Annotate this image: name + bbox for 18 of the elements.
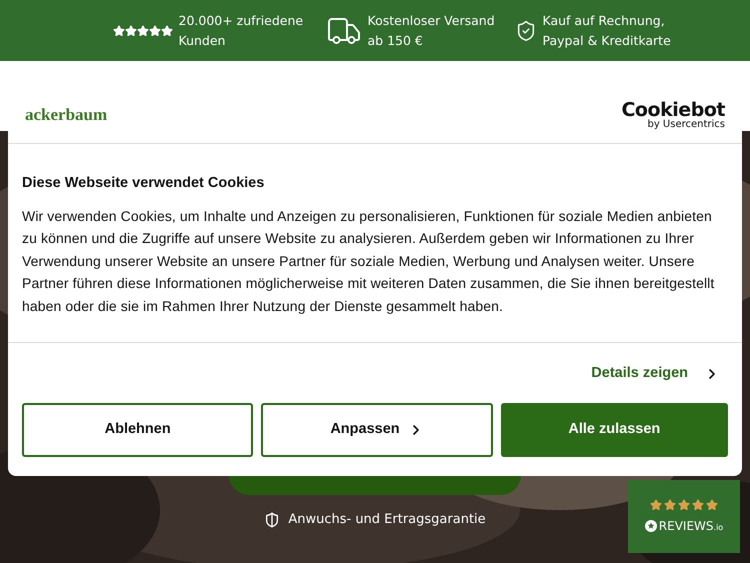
banner-text: Kostenloser Versand ab 150 € bbox=[368, 12, 496, 50]
reject-button[interactable]: Ablehnen bbox=[22, 402, 254, 457]
shield-icon bbox=[264, 512, 280, 528]
star-circle-icon bbox=[644, 520, 657, 532]
reviews-badge[interactable]: REVIEWS.io bbox=[628, 480, 740, 553]
brand-logo: ackerbaum bbox=[25, 104, 108, 126]
reviews-logo-text: REVIEWS.io bbox=[658, 518, 724, 534]
cookiebot-subtitle: by Usercentrics bbox=[647, 120, 725, 130]
dialog-body: Wir verwenden Cookies, um Inhalte und Anzeigen zu personalisieren, Funktionen für soziale Medien anbieten zu können und die Zugriffe auf unsere Website zu analysieren. Außerdem geben wir Informationen zu Ihrer Verwendung unserer Website an unsere Partner für soziale Medien, Werbung und Analysen weiter. Unsere Partner führen diese Informationen möglicherweise mit weiteren Daten zusammen, die Sie ihnen bereitgestellt haben oder die sie im Rahmen Ihrer Nutzung der Dienste gesammelt haben. bbox=[22, 206, 716, 316]
guarantee-text: Anwuchs- und Ertragsgarantie bbox=[288, 511, 486, 529]
banner-text: Kauf auf Rechnung, Paypal & Kreditkarte bbox=[542, 12, 672, 50]
banner-text: 20.000+ zufriedene Kunden bbox=[178, 12, 304, 50]
five-stars-icon bbox=[112, 24, 172, 36]
details-link[interactable]: Details zeigen bbox=[591, 363, 720, 385]
customize-button[interactable]: Anpassen bbox=[261, 402, 493, 457]
allow-all-button[interactable]: Alle zulassen bbox=[500, 402, 728, 457]
dialog-title: Diese Webseite verwendet Cookies bbox=[22, 174, 266, 193]
cookiebot-logo: Cookiebot bbox=[621, 100, 725, 120]
